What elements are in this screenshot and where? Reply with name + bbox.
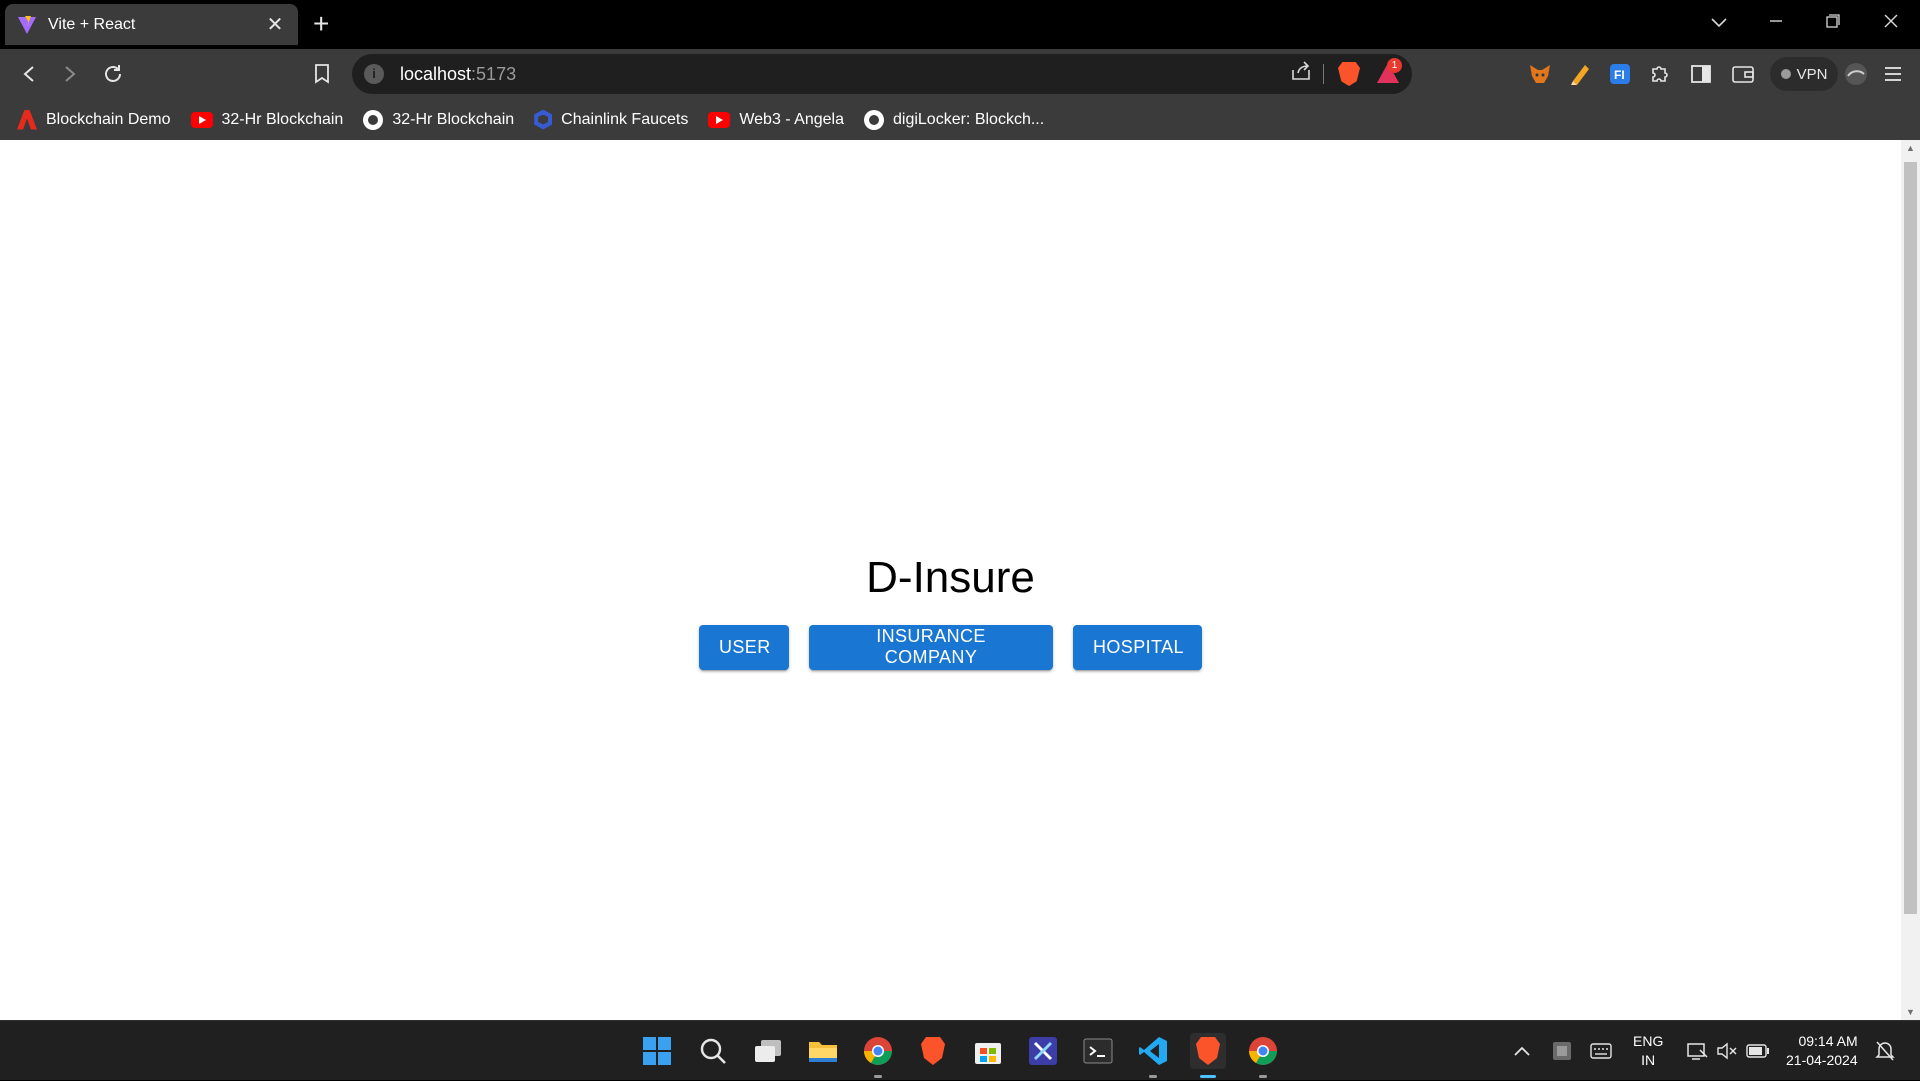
brave-shields-icon[interactable] [1338,62,1360,86]
brave-active-icon[interactable] [1190,1033,1226,1078]
tab-title: Vite + React [48,15,136,33]
share-icon[interactable] [1290,61,1312,87]
volume-muted-icon[interactable] [1716,1021,1738,1081]
tab-active[interactable]: Vite + React ✕ [5,4,298,45]
youtube-icon [708,111,731,128]
address-bar[interactable]: i localhost:5173 1 [352,54,1412,94]
github-icon [864,109,884,130]
page-viewport: D-Insure USER INSURANCE COMPANY HOSPITAL… [0,140,1920,1020]
terminal-icon[interactable] [1080,1033,1116,1069]
close-window-icon[interactable] [1876,12,1906,33]
sidebar-icon[interactable] [1688,61,1714,87]
bookmark-item[interactable]: Web3 - Angela [708,111,844,129]
page-title: D-Insure [866,552,1035,602]
profile-avatar-icon[interactable] [1843,61,1869,87]
reload-icon[interactable] [98,59,128,89]
notification-bell-icon[interactable] [1875,1021,1895,1081]
site-info-icon[interactable]: i [364,64,384,84]
bookmark-label: Web3 - Angela [739,110,844,128]
bookmarks-bar: Blockchain Demo 32-Hr Blockchain 32-Hr B… [0,99,1920,140]
browser-toolbar: i localhost:5173 1 FI VPN [0,49,1920,99]
bookmark-label: 32-Hr Blockchain [221,110,344,128]
pencil-extension-icon[interactable] [1567,61,1593,87]
scrollbar-thumb[interactable] [1904,162,1917,914]
url-text: localhost:5173 [400,64,516,85]
url-host: localhost [400,64,472,84]
back-icon[interactable] [14,59,44,89]
clock-date: 21-04-2024 [1786,1052,1858,1068]
vpn-status-icon [1780,69,1791,79]
insurance-company-button[interactable]: INSURANCE COMPANY [809,624,1053,670]
show-hidden-icons-icon[interactable] [1514,1021,1530,1081]
github-icon [363,109,384,130]
bookmark-label: 32-Hr Blockchain [392,110,515,128]
forward-icon[interactable] [55,59,85,89]
user-button[interactable]: USER [699,624,789,670]
new-tab-icon[interactable]: + [313,10,329,38]
running-indicator [1149,1075,1157,1078]
task-view-icon[interactable] [750,1033,786,1069]
scroll-down-icon[interactable]: ▼ [1901,1007,1920,1017]
snipping-tool-icon[interactable] [1025,1033,1061,1069]
clock-time: 09:14 AM [1798,1033,1858,1049]
region-code: IN [1641,1052,1656,1068]
close-tab-icon[interactable]: ✕ [264,12,286,37]
clock[interactable]: 09:14 AM 21-04-2024 [1786,1021,1858,1081]
metamask-icon[interactable] [1527,61,1553,87]
bookmark-label: Chainlink Faucets [561,110,689,128]
vpn-label: VPN [1796,65,1828,83]
network-icon[interactable] [1686,1021,1708,1081]
running-indicator [874,1075,882,1078]
running-indicator [1259,1075,1267,1078]
battery-icon[interactable] [1746,1021,1770,1081]
bookmark-label: digiLocker: Blockch... [893,110,1045,128]
wallet-icon[interactable] [1730,61,1756,87]
vite-icon [18,15,36,34]
tab-strip: Vite + React ✕ + [0,0,1920,49]
role-button-group: USER INSURANCE COMPANY HOSPITAL [699,624,1202,670]
app-root: D-Insure USER INSURANCE COMPANY HOSPITAL [0,140,1901,1020]
adobe-icon [17,109,37,130]
rewards-badge: 1 [1387,58,1402,73]
bookmark-item[interactable]: Blockchain Demo [17,109,171,130]
restore-icon[interactable] [1818,12,1848,33]
taskbar: ENG IN 09:14 AM 21-04-2024 [0,1020,1920,1080]
chainlink-icon [534,109,553,130]
search-icon[interactable] [695,1033,731,1069]
bookmark-item[interactable]: 32-Hr Blockchain [363,109,515,130]
vscode-icon[interactable] [1135,1033,1171,1078]
scrollbar[interactable]: ▲ ▼ [1901,140,1920,1020]
file-explorer-icon[interactable] [805,1033,841,1069]
bookmark-item[interactable]: 32-Hr Blockchain [190,110,344,129]
minimize-icon[interactable] [1761,12,1791,33]
microsoft-store-icon[interactable] [970,1033,1006,1069]
keyboard-icon[interactable] [1590,1021,1612,1081]
vpn-button[interactable]: VPN [1770,57,1838,91]
chrome-profile-icon[interactable] [1245,1033,1281,1078]
scroll-up-icon[interactable]: ▲ [1901,143,1920,153]
url-port: :5173 [471,64,517,84]
svg-text:FI: FI [1614,68,1625,82]
language-indicator[interactable]: ENG IN [1633,1021,1663,1081]
youtube-icon [190,111,213,128]
bookmark-label: Blockchain Demo [46,110,171,128]
brave-icon[interactable] [915,1033,951,1069]
language-code: ENG [1633,1033,1664,1049]
windows-icon [643,1037,671,1065]
fi-extension-icon[interactable]: FI [1607,61,1633,87]
tab-search-icon[interactable] [1704,12,1734,33]
hardware-tray-icon[interactable] [1551,1021,1573,1081]
bookmark-item[interactable]: Chainlink Faucets [534,109,689,130]
bookmark-icon[interactable] [307,59,337,89]
active-indicator [1200,1075,1216,1078]
bookmark-item[interactable]: digiLocker: Blockch... [864,109,1045,130]
hospital-button[interactable]: HOSPITAL [1073,624,1202,670]
menu-icon[interactable] [1880,61,1906,87]
separator [1323,64,1324,84]
start-button[interactable] [639,1033,675,1069]
chrome-icon[interactable] [860,1033,896,1078]
extensions-puzzle-icon[interactable] [1647,61,1673,87]
